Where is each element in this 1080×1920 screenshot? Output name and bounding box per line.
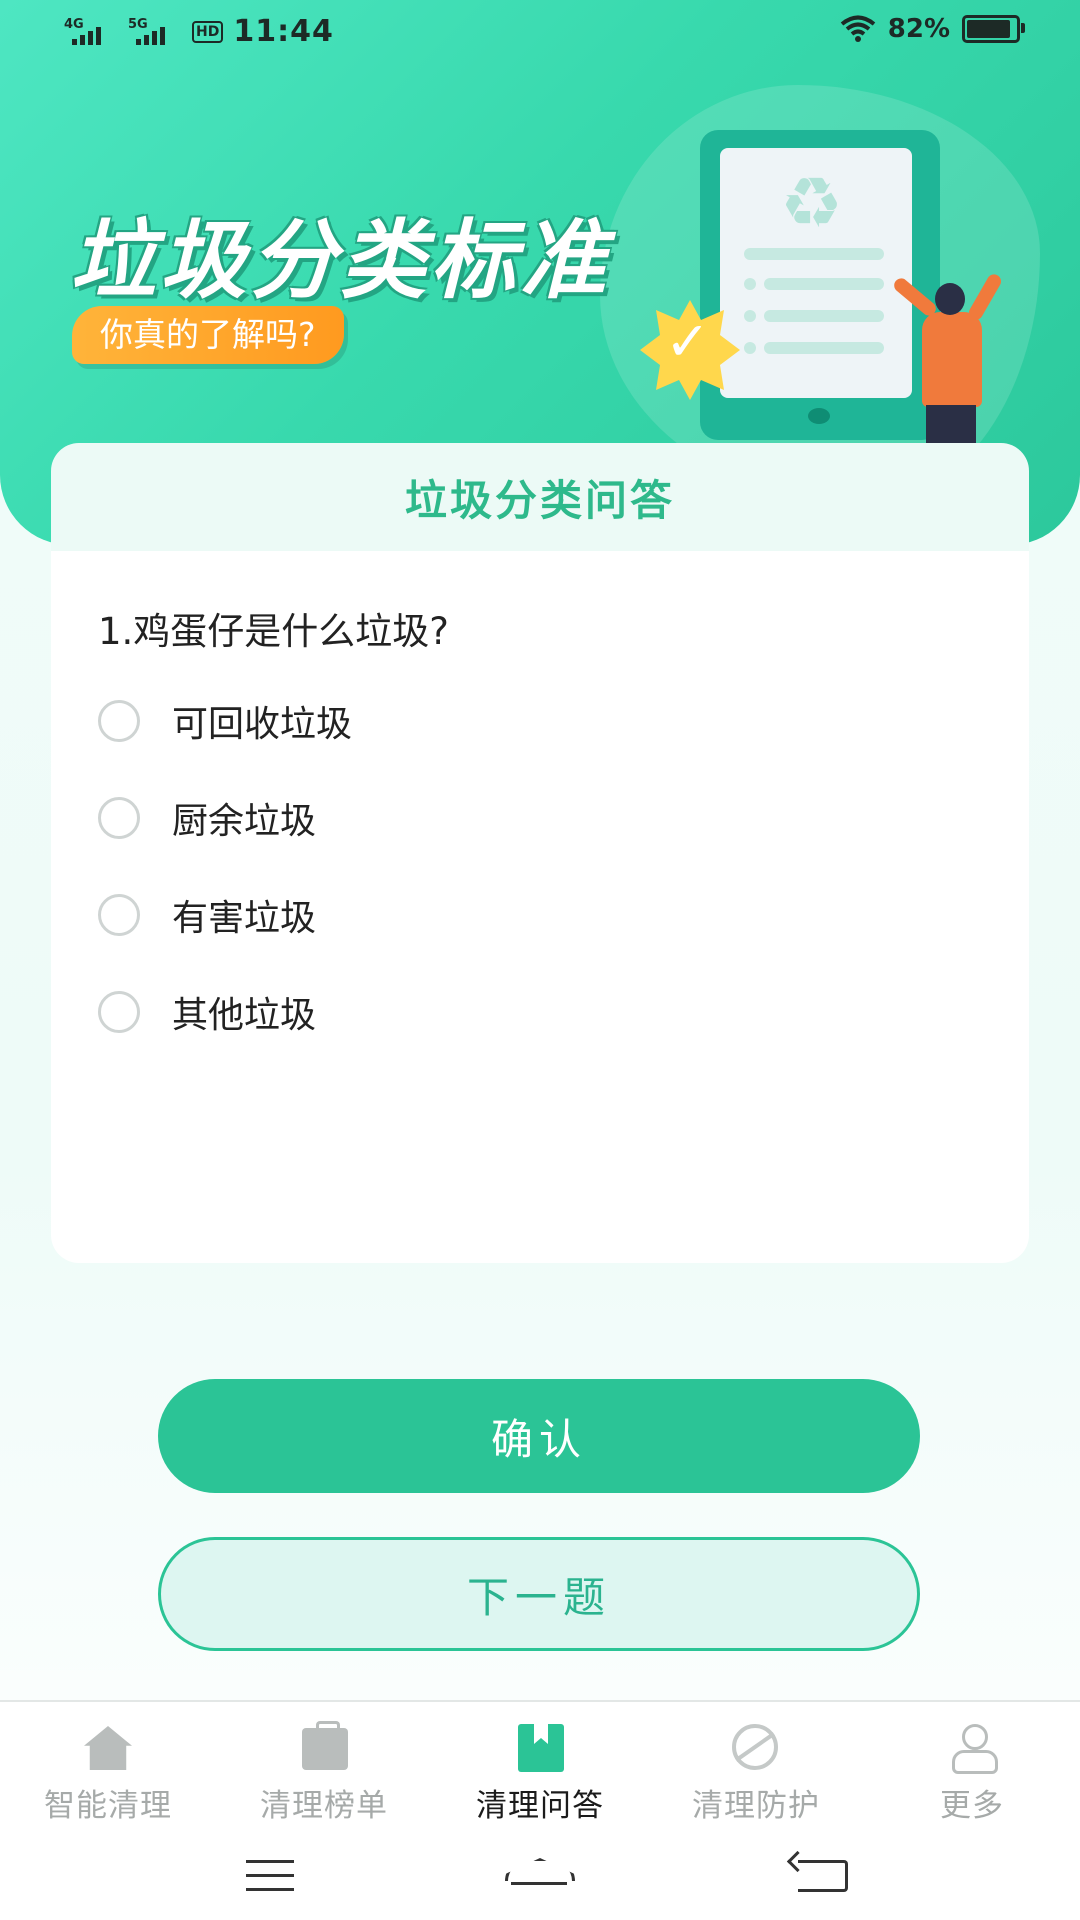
signal-icon: 5G: [128, 17, 168, 45]
hd-badge: HD: [192, 20, 224, 43]
next-question-button[interactable]: 下一题: [158, 1537, 920, 1651]
tab-more[interactable]: 更多: [882, 1722, 1062, 1825]
tab-label: 清理问答: [476, 1788, 604, 1824]
hero-title: 垃圾分类标准: [70, 211, 610, 311]
wifi-icon: [840, 15, 876, 42]
option-label: 其他垃圾: [172, 995, 317, 1036]
user-icon: [942, 1722, 1002, 1774]
tab-label: 智能清理: [44, 1788, 172, 1824]
radio-button[interactable]: [98, 894, 140, 936]
option-label: 有害垃圾: [172, 898, 317, 939]
person-illustration-head: [935, 283, 965, 315]
tab-label: 清理防护: [692, 1788, 820, 1824]
answer-option-kitchen[interactable]: 厨余垃圾: [98, 788, 316, 848]
book-icon: [510, 1722, 570, 1772]
recycle-icon: ♻: [780, 162, 843, 244]
back-icon[interactable]: [798, 1860, 848, 1892]
radio-button[interactable]: [98, 991, 140, 1033]
trash-bag-icon: [294, 1721, 354, 1772]
person-illustration: [922, 312, 982, 407]
tablet-home-button: [808, 408, 830, 424]
answer-option-other[interactable]: 其他垃圾: [98, 982, 316, 1042]
quiz-title: 垃圾分类问答: [404, 475, 675, 525]
option-label: 厨余垃圾: [172, 801, 317, 842]
signal-icon: 4G: [64, 17, 104, 45]
status-bar: 4G 5G HD 11:44 82%: [0, 0, 1080, 70]
status-time: 11:44: [233, 14, 334, 49]
option-label: 可回收垃圾: [172, 704, 353, 745]
answer-option-recyclable[interactable]: 可回收垃圾: [98, 691, 352, 751]
checkmark-icon: ✓: [665, 310, 711, 373]
tab-label: 清理榜单: [260, 1788, 388, 1824]
battery-percent: 82%: [887, 14, 950, 44]
camera-off-icon: [726, 1722, 786, 1772]
question-text: 1.鸡蛋仔是什么垃圾?: [98, 610, 449, 653]
menu-icon[interactable]: [246, 1860, 294, 1892]
tab-clean-protection[interactable]: 清理防护: [666, 1722, 846, 1825]
quiz-card-header: 垃圾分类问答: [51, 443, 1029, 551]
system-navigation-bar: [0, 1840, 1080, 1920]
quiz-card: 1.鸡蛋仔是什么垃圾? 可回收垃圾 厨余垃圾 有害垃圾 其他垃圾: [51, 551, 1029, 1263]
home-icon[interactable]: [505, 1858, 575, 1894]
answer-option-hazardous[interactable]: 有害垃圾: [98, 885, 316, 945]
person-illustration-legs: [926, 405, 976, 445]
radio-button[interactable]: [98, 797, 140, 839]
hero-subtitle-pill: 你真的了解吗?: [72, 306, 344, 364]
tab-label: 更多: [940, 1788, 1004, 1824]
tab-smart-clean[interactable]: 智能清理: [18, 1722, 198, 1825]
confirm-button[interactable]: 确认: [158, 1379, 920, 1493]
home-upload-icon: [78, 1722, 138, 1772]
tab-clean-quiz[interactable]: 清理问答: [450, 1722, 630, 1825]
tablet-screen: ♻: [720, 148, 912, 398]
radio-button[interactable]: [98, 700, 140, 742]
tab-clean-ranking[interactable]: 清理榜单: [234, 1721, 414, 1825]
battery-icon: [962, 15, 1025, 43]
bottom-tab-bar: 智能清理 清理榜单 清理问答 清理防护 更多: [0, 1700, 1080, 1842]
